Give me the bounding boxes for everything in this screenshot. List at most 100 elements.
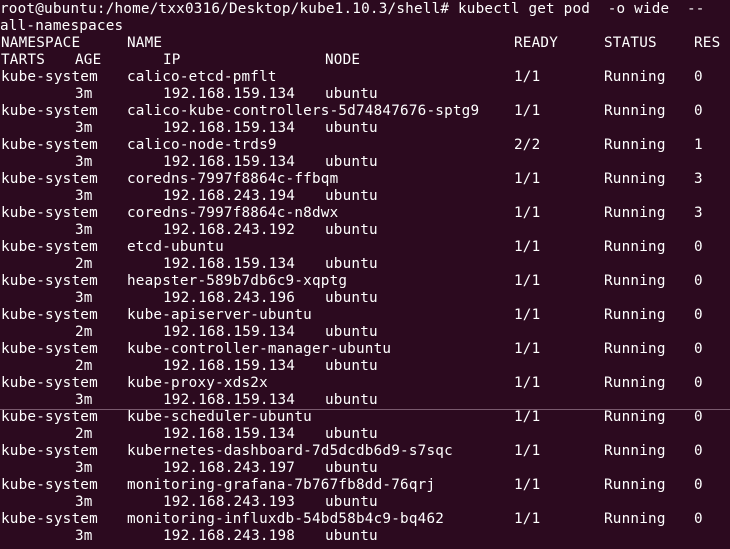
pod-restarts: 0	[694, 375, 703, 391]
pod-restarts: 0	[694, 239, 703, 255]
pod-node: ubuntu	[325, 494, 378, 510]
terminal-window[interactable]: root@ubuntu:/home/txx0316/Desktop/kube1.…	[0, 0, 730, 549]
pod-namespace: kube-system	[1, 341, 98, 357]
pod-ready: 1/1	[514, 307, 541, 323]
pod-ip: 192.168.159.134	[163, 86, 296, 102]
pod-ip: 192.168.243.196	[163, 290, 296, 306]
pod-node: ubuntu	[325, 222, 378, 238]
header-ip: IP	[163, 52, 181, 68]
pod-row-detail: 3m 192.168.159.134 ubuntu	[0, 86, 730, 103]
header-row-2: TARTS AGE IP NODE	[0, 52, 730, 69]
pod-ip: 192.168.243.193	[163, 494, 296, 510]
pod-status: Running	[604, 341, 666, 357]
pod-ip: 192.168.243.194	[163, 188, 296, 204]
pod-name: kube-apiserver-ubuntu	[127, 307, 312, 323]
pod-list: kube-system calico-etcd-pmflt 1/1 Running 0 3…	[0, 69, 730, 545]
pod-namespace: kube-system	[1, 69, 98, 85]
pod-restarts: 0	[694, 103, 703, 119]
pod-restarts: 0	[694, 511, 703, 527]
pod-row-detail: 3m 192.168.159.134 ubuntu	[0, 154, 730, 171]
pod-node: ubuntu	[325, 324, 378, 340]
pod-name: kubernetes-dashboard-7d5dcdb6d9-s7sqc	[127, 443, 453, 459]
pod-node: ubuntu	[325, 256, 378, 272]
pod-namespace: kube-system	[1, 409, 98, 425]
pod-row: kube-system monitoring-grafana-7b767fb8dd…	[0, 477, 730, 494]
pod-age: 2m	[75, 358, 93, 374]
pod-age: 2m	[75, 256, 93, 272]
pod-restarts: 0	[694, 273, 703, 289]
pod-ready: 1/1	[514, 477, 541, 493]
pod-age: 3m	[75, 290, 93, 306]
command-line-2: all-namespaces	[0, 18, 124, 34]
pod-restarts: 0	[694, 341, 703, 357]
pod-row-detail: 3m 192.168.243.198 ubuntu	[0, 528, 730, 545]
pod-row-detail: 3m 192.168.243.196 ubuntu	[0, 290, 730, 307]
header-status: STATUS	[604, 35, 657, 51]
pod-node: ubuntu	[325, 460, 378, 476]
header-restarts-part2: TARTS	[1, 52, 46, 68]
pod-name: coredns-7997f8864c-ffbqm	[127, 171, 339, 187]
pod-row: kube-system coredns-7997f8864c-ffbqm 1/1 Ru…	[0, 171, 730, 188]
pod-ready: 1/1	[514, 375, 541, 391]
pod-ready: 1/1	[514, 171, 541, 187]
pod-row-detail: 2m 192.168.159.134 ubuntu	[0, 324, 730, 341]
pod-ready: 1/1	[514, 511, 541, 527]
pod-namespace: kube-system	[1, 205, 98, 221]
pod-row: kube-system kube-proxy-xds2x 1/1 Running 0	[0, 375, 730, 392]
pod-namespace: kube-system	[1, 171, 98, 187]
pod-ready: 1/1	[514, 205, 541, 221]
pod-row-detail: 2m 192.168.159.134 ubuntu	[0, 426, 730, 443]
pod-restarts: 3	[694, 171, 703, 187]
pod-age: 3m	[75, 188, 93, 204]
pod-age: 3m	[75, 86, 93, 102]
pod-status: Running	[604, 443, 666, 459]
pod-ready: 1/1	[514, 103, 541, 119]
pod-node: ubuntu	[325, 120, 378, 136]
pod-row-detail: 2m 192.168.159.134 ubuntu	[0, 358, 730, 375]
pod-ip: 192.168.243.197	[163, 460, 296, 476]
terminal-divider	[0, 409, 730, 410]
pod-age: 3m	[75, 528, 93, 544]
pod-namespace: kube-system	[1, 511, 98, 527]
pod-row: kube-system calico-node-trds9 2/2 Running 1	[0, 137, 730, 154]
pod-row-detail: 3m 192.168.243.193 ubuntu	[0, 494, 730, 511]
pod-ip: 192.168.159.134	[163, 392, 296, 408]
pod-row: kube-system heapster-589b7db6c9-xqptg 1/1 R…	[0, 273, 730, 290]
pod-namespace: kube-system	[1, 103, 98, 119]
pod-row-detail: 3m 192.168.243.194 ubuntu	[0, 188, 730, 205]
pod-row: kube-system kube-controller-manager-ubunt…	[0, 341, 730, 358]
pod-ip: 192.168.243.198	[163, 528, 296, 544]
pod-age: 2m	[75, 426, 93, 442]
pod-node: ubuntu	[325, 86, 378, 102]
pod-name: coredns-7997f8864c-n8dwx	[127, 205, 339, 221]
pod-row: kube-system monitoring-influxdb-54bd58b4c…	[0, 511, 730, 528]
pod-namespace: kube-system	[1, 239, 98, 255]
header-ready: READY	[514, 35, 559, 51]
pod-namespace: kube-system	[1, 375, 98, 391]
pod-status: Running	[604, 273, 666, 289]
header-namespace: NAMESPACE	[1, 35, 81, 51]
pod-status: Running	[604, 477, 666, 493]
pod-age: 3m	[75, 154, 93, 170]
pod-row: kube-system etcd-ubuntu 1/1 Running 0	[0, 239, 730, 256]
pod-namespace: kube-system	[1, 273, 98, 289]
pod-ip: 192.168.159.134	[163, 256, 296, 272]
pod-node: ubuntu	[325, 426, 378, 442]
pod-name: heapster-589b7db6c9-xqptg	[127, 273, 348, 289]
pod-row: kube-system kube-apiserver-ubuntu 1/1 Runni…	[0, 307, 730, 324]
pod-ready: 1/1	[514, 443, 541, 459]
header-age: AGE	[75, 52, 102, 68]
pod-name: kube-proxy-xds2x	[127, 375, 268, 391]
pod-ready: 1/1	[514, 341, 541, 357]
pod-ip: 192.168.159.134	[163, 426, 296, 442]
pod-row: kube-system kubernetes-dashboard-7d5dcdb6…	[0, 443, 730, 460]
pod-age: 3m	[75, 222, 93, 238]
pod-age: 3m	[75, 120, 93, 136]
pod-name: monitoring-influxdb-54bd58b4c9-bq462	[127, 511, 445, 527]
pod-status: Running	[604, 239, 666, 255]
pod-ready: 1/1	[514, 239, 541, 255]
pod-node: ubuntu	[325, 154, 378, 170]
pod-node: ubuntu	[325, 358, 378, 374]
pod-restarts: 0	[694, 409, 703, 425]
pod-row: kube-system calico-kube-controllers-5d748…	[0, 103, 730, 120]
